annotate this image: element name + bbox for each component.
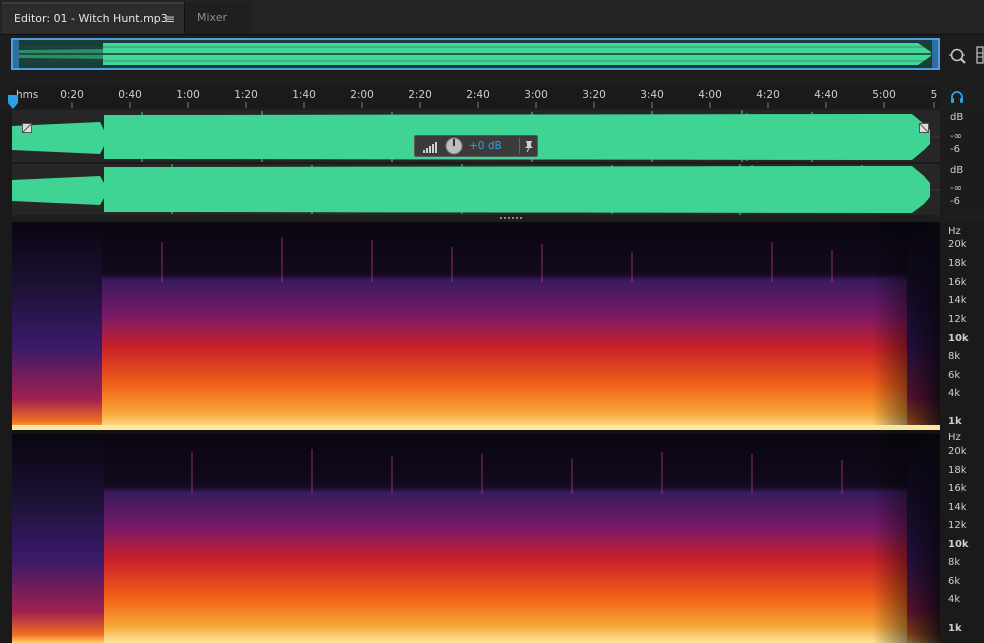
hz-label: 6k [948, 576, 961, 587]
spectral-display[interactable] [12, 222, 940, 643]
hz-label: 8k [948, 351, 961, 362]
db-label: -∞ [950, 131, 962, 142]
hz-label: 12k [948, 314, 967, 325]
hz-label: 14k [948, 502, 967, 513]
gain-knob-icon[interactable] [445, 137, 463, 155]
panel-splitter-icon[interactable] [500, 216, 524, 220]
zoom-icon[interactable] [947, 45, 969, 67]
hz-label: 10k [948, 333, 969, 344]
hz-label: 4k [948, 594, 961, 605]
waveform-display[interactable] [12, 110, 940, 215]
tab-bar: Editor: 01 - Witch Hunt.mp3 ≡ Mixer [0, 0, 984, 35]
hz-label: 6k [948, 370, 961, 381]
fade-out-handle-icon[interactable] [919, 123, 929, 133]
tab-mixer[interactable]: Mixer [184, 2, 252, 34]
hz-label: 8k [948, 557, 961, 568]
hz-label: 10k [948, 539, 969, 550]
hz-label: 14k [948, 295, 967, 306]
tab-mixer-label: Mixer [197, 11, 228, 24]
db-unit: dB [950, 165, 964, 176]
hz-label: 12k [948, 520, 967, 531]
playhead-icon[interactable] [8, 95, 18, 109]
hz-label: 16k [948, 277, 967, 288]
hz-label: 16k [948, 483, 967, 494]
left-gutter [0, 110, 12, 643]
db-label: -∞ [950, 183, 962, 194]
hz-label: 1k [948, 416, 962, 427]
ruler-ticks [71, 102, 935, 108]
hz-label: 20k [948, 239, 967, 250]
headphones-icon[interactable] [950, 90, 964, 104]
hz-unit: Hz [948, 432, 961, 443]
time-ruler[interactable]: hms 0:20 0:40 1:00 1:20 1:40 2:00 2:20 2… [12, 86, 940, 108]
frequency-scale: Hz 20k 18k 16k 14k 12k 10k 8k 6k 4k 1k H… [940, 222, 984, 643]
waveform-db-scale: dB -∞ -6 dB -∞ -6 [940, 110, 984, 215]
tab-editor[interactable]: Editor: 01 - Witch Hunt.mp3 ≡ [2, 2, 184, 34]
hz-label: 18k [948, 258, 967, 269]
hz-label: 1k [948, 623, 962, 634]
db-label: -6 [950, 196, 960, 207]
hz-label: 4k [948, 388, 961, 399]
fade-in-handle-icon[interactable] [22, 123, 32, 133]
overview-navigator[interactable] [11, 38, 940, 70]
db-unit: dB [950, 112, 964, 123]
pin-icon[interactable] [524, 141, 534, 152]
gain-value[interactable]: +0 dB [469, 140, 502, 152]
overview-waveform [13, 40, 938, 68]
tab-editor-label: Editor: 01 - Witch Hunt.mp3 [14, 12, 168, 25]
hz-label: 18k [948, 465, 967, 476]
hz-label: 20k [948, 446, 967, 457]
db-label: -6 [950, 144, 960, 155]
hz-unit: Hz [948, 226, 961, 237]
volume-icon [423, 142, 437, 153]
waveform-channels [12, 110, 940, 215]
panel-edge-icon[interactable] [976, 45, 984, 65]
gain-hud[interactable]: +0 dB [414, 135, 538, 157]
menu-icon[interactable]: ≡ [165, 12, 175, 26]
